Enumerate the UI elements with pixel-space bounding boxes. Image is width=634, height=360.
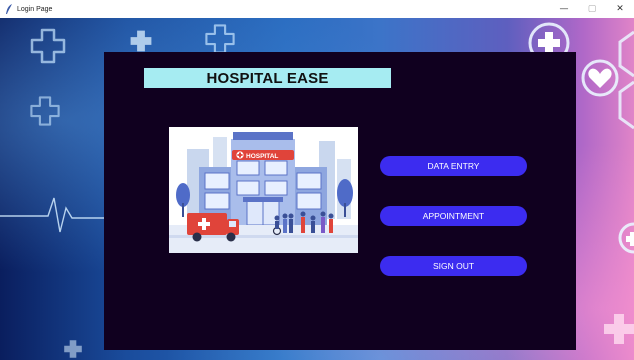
appointment-button[interactable]: APPOINTMENT (380, 206, 527, 226)
page-title: HOSPITAL EASE (144, 68, 391, 88)
hospital-sign-label: HOSPITAL (246, 153, 278, 160)
medical-cross-icon (64, 340, 82, 358)
medical-cross-icon (30, 28, 66, 64)
window-title: Login Page (17, 5, 53, 13)
heartbeat-line-icon (0, 197, 110, 233)
hospital-illustration: HOSPITAL (169, 127, 358, 253)
medical-cross-icon (205, 24, 235, 54)
hospital-building-icon: HOSPITAL (169, 127, 358, 253)
close-button[interactable]: ✕ (606, 0, 634, 18)
minimize-button[interactable]: — (550, 0, 578, 18)
hexagon-outline-icon (618, 30, 634, 130)
medical-cross-icon (30, 96, 60, 126)
sign-out-button[interactable]: SIGN OUT (380, 256, 527, 276)
medical-cross-icon (604, 314, 634, 344)
window-titlebar: Login Page — ▢ ✕ (0, 0, 634, 18)
data-entry-button[interactable]: DATA ENTRY (380, 156, 527, 176)
maximize-button[interactable]: ▢ (578, 0, 606, 18)
window-controls: — ▢ ✕ (550, 0, 634, 18)
main-panel: HOSPITAL EASE HOSPITAL DATA ENTRY APPOIN… (104, 52, 576, 350)
medical-cross-badge-icon (618, 222, 634, 254)
medical-cross-icon (130, 30, 152, 52)
feather-icon (6, 4, 12, 14)
